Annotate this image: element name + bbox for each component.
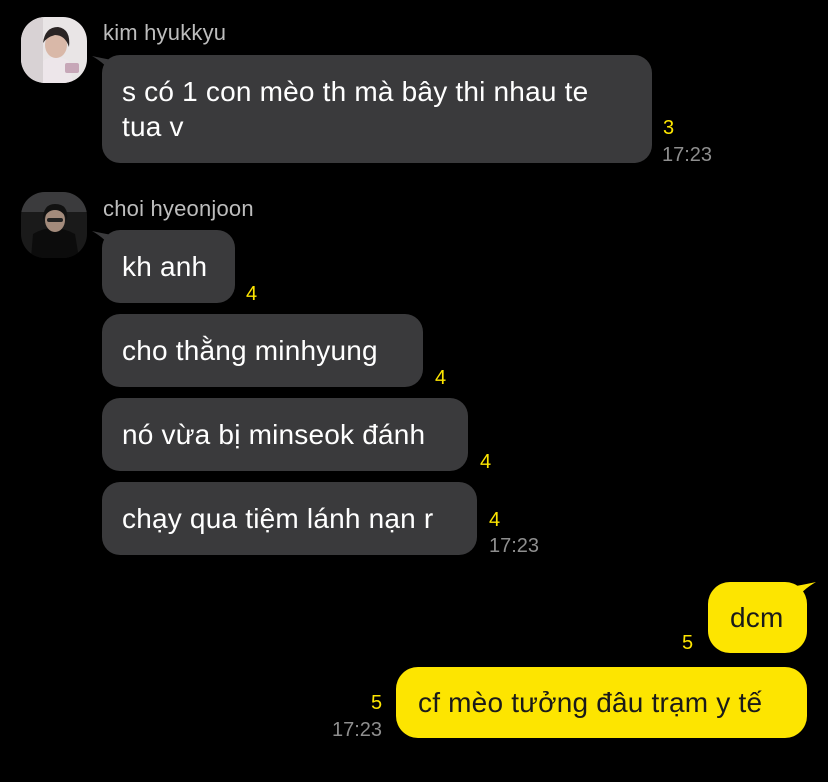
profile-photo-icon bbox=[21, 17, 87, 83]
avatar-kim-hyukkyu[interactable] bbox=[21, 17, 87, 83]
sender-name: choi hyeonjoon bbox=[103, 196, 254, 221]
unread-count: 4 bbox=[435, 367, 447, 389]
message-text-line: tua v bbox=[122, 111, 184, 142]
unread-count: 5 bbox=[682, 632, 694, 654]
message-text: dcm bbox=[730, 602, 784, 633]
message-text-line: s có 1 con mèo th mà bây thi nhau te bbox=[122, 76, 589, 107]
profile-photo-icon bbox=[21, 192, 87, 258]
avatar-choi-hyeonjoon[interactable] bbox=[21, 192, 87, 258]
unread-count: 4 bbox=[480, 451, 492, 473]
message-bubble[interactable]: s có 1 con mèo th mà bây thi nhau te tua… bbox=[102, 55, 652, 163]
message-text: cho thằng minhyung bbox=[122, 335, 378, 366]
message-bubble[interactable]: cho thằng minhyung bbox=[102, 314, 423, 387]
message-text: chạy qua tiệm lánh nạn r bbox=[122, 503, 434, 534]
message-bubble-outgoing[interactable]: dcm bbox=[708, 582, 807, 653]
chat-thread: kim hyukkyu s có 1 con mèo th mà bây thi… bbox=[0, 0, 828, 782]
message-timestamp: 17:23 bbox=[489, 535, 540, 557]
message-text: nó vừa bị minseok đánh bbox=[122, 419, 426, 450]
message-bubble[interactable]: nó vừa bị minseok đánh bbox=[102, 398, 468, 471]
unread-count: 4 bbox=[489, 509, 501, 531]
message-bubble[interactable]: kh anh bbox=[102, 230, 235, 303]
unread-count: 3 bbox=[663, 117, 675, 139]
unread-count: 4 bbox=[246, 283, 258, 305]
message-timestamp: 17:23 bbox=[332, 719, 383, 741]
message-text: kh anh bbox=[122, 251, 208, 282]
message-bubble[interactable]: chạy qua tiệm lánh nạn r bbox=[102, 482, 477, 555]
message-timestamp: 17:23 bbox=[662, 144, 713, 166]
sender-name: kim hyukkyu bbox=[103, 20, 227, 45]
unread-count: 5 bbox=[371, 692, 383, 714]
message-text: cf mèo tưởng đâu trạm y tế bbox=[418, 687, 763, 718]
message-bubble-outgoing[interactable]: cf mèo tưởng đâu trạm y tế bbox=[396, 667, 807, 738]
